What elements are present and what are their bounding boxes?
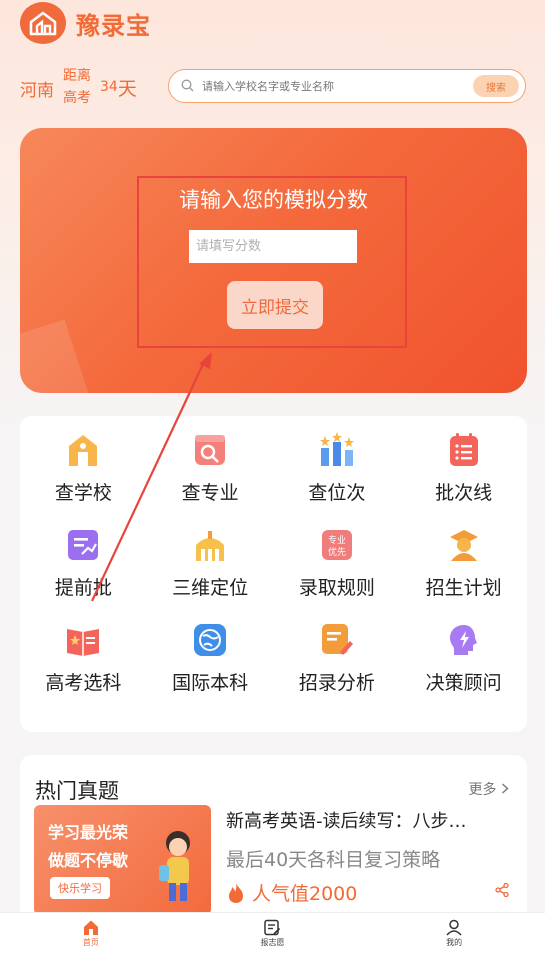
question-title[interactable]: 新高考英语-读后续写：八步… [226,807,516,833]
question-subtitle: 最后40天各科目复习策略 [226,849,441,871]
grid-item-positioning[interactable]: 三维定位 [147,525,274,620]
section-title: 热门真题 [35,779,119,803]
grid-item-admission-rules[interactable]: 专业 优先 录取规则 [274,525,401,620]
grid-label: 提前批 [54,577,112,599]
search-icon [181,77,194,96]
share-icon[interactable] [495,882,509,901]
search-button[interactable]: 搜索 [473,75,519,97]
badge-text-bottom: 优先 [328,546,346,558]
flame-icon [229,882,243,903]
more-link[interactable]: 更多 [469,779,509,799]
grid-item-international[interactable]: 国际本科 [147,620,274,715]
grid-label: 查学校 [54,482,112,504]
hero-decoration [20,319,93,393]
rank-icon [317,430,357,470]
early-batch-icon [63,525,103,565]
international-icon [190,620,230,660]
grid-label: 决策顾问 [425,672,502,694]
grid-label: 查专业 [181,482,239,504]
question-thumbnail[interactable]: 学习最光荣 做题不停歇 快乐学习 [34,805,211,915]
grid-item-advisor[interactable]: 决策顾问 [400,620,527,715]
grid-item-enrollment-plan[interactable]: 招生计划 [400,525,527,620]
grid-label: 招生计划 [425,577,502,599]
feature-grid: 查学校 查专业 查位次 批次线 提前批 三维定位 专业 优先 录取规则 招生计划… [20,416,527,732]
home-icon [83,920,98,935]
grid-label: 录取规则 [298,577,375,599]
thumb-line-1: 学习最光荣 [48,823,129,842]
chevron-right-icon [502,783,509,794]
positioning-icon [190,525,230,565]
student-illustration [159,831,190,901]
grid-item-subject-select[interactable]: 高考选科 [20,620,147,715]
bottom-nav: 首页 报志愿 我的 [0,912,545,953]
hot-questions-section: 热门真题 更多 学习最光荣 做题不停歇 快乐学习 新高考英语-读后续写：八步… … [20,755,527,925]
tab-label: 我的 [446,937,463,947]
grid-item-rank[interactable]: 查位次 [274,430,401,525]
grid-label: 查位次 [308,482,366,504]
tab-apply[interactable]: 报志愿 [232,919,312,948]
tab-label: 报志愿 [260,937,285,947]
grid-label: 高考选科 [45,672,122,694]
search-bar[interactable]: 请输入学校名字或专业名称 搜索 [168,69,526,103]
subject-select-icon [63,620,103,660]
popularity: 人气值2000 [226,879,357,906]
advisor-icon [444,620,484,660]
major-search-icon [190,430,230,470]
app-name: 豫录宝 [76,11,151,40]
grid-item-early-batch[interactable]: 提前批 [20,525,147,620]
admission-rules-icon: 专业 优先 [317,525,357,565]
grid-label: 批次线 [435,482,493,504]
enrollment-plan-icon [444,525,484,565]
countdown-unit: 天 [117,78,137,100]
grid-item-analysis[interactable]: 招录分析 [274,620,401,715]
annotation-highlight-box [137,176,407,348]
grid-item-school[interactable]: 查学校 [20,430,147,525]
grid-label: 招录分析 [298,672,375,694]
countdown-label: 距离高考 [63,68,91,106]
thumb-tag: 快乐学习 [50,877,110,899]
more-label: 更多 [468,782,497,798]
popularity-value: 人气值2000 [252,883,358,905]
badge-text-top: 专业 [328,534,346,546]
user-icon [446,919,462,936]
tab-profile[interactable]: 我的 [414,919,494,948]
grid-label: 国际本科 [172,672,249,694]
countdown-days: 34天 [100,74,137,101]
thumb-line-2: 做题不停歇 [48,851,129,870]
form-edit-icon [264,919,281,935]
grid-label: 三维定位 [172,577,249,599]
school-icon [63,430,103,470]
grid-item-major[interactable]: 查专业 [147,430,274,525]
countdown-number: 34 [100,79,118,95]
house-logo-icon [20,2,66,44]
tab-home[interactable]: 首页 [51,919,131,948]
search-input[interactable]: 请输入学校名字或专业名称 [202,78,473,94]
analysis-icon [317,620,357,660]
batch-line-icon [444,430,484,470]
province-selector[interactable]: 河南 [20,76,54,101]
tab-label: 首页 [82,937,99,947]
grid-item-batch-line[interactable]: 批次线 [400,430,527,525]
app-logo: 豫录宝 [20,2,151,44]
